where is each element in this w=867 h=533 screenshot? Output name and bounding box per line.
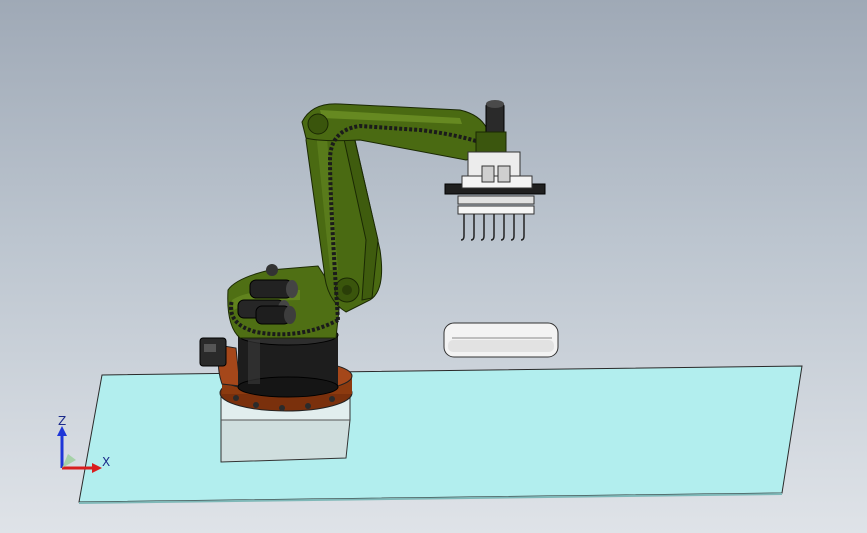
axis-triad: Z X: [50, 410, 120, 480]
x-axis-arrowhead: [92, 463, 102, 473]
base-motor[interactable]: [199, 337, 227, 367]
cad-3d-viewport[interactable]: Z X: [0, 0, 867, 533]
z-axis-label: Z: [58, 414, 67, 428]
gripper-fingers[interactable]: [460, 214, 525, 241]
workpiece-bag[interactable]: [443, 322, 559, 358]
floor-plate[interactable]: [78, 365, 803, 503]
x-axis-label: X: [102, 455, 111, 469]
scene-canvas[interactable]: [0, 0, 867, 533]
gripper[interactable]: [444, 151, 546, 215]
y-axis-stub: [62, 454, 76, 468]
